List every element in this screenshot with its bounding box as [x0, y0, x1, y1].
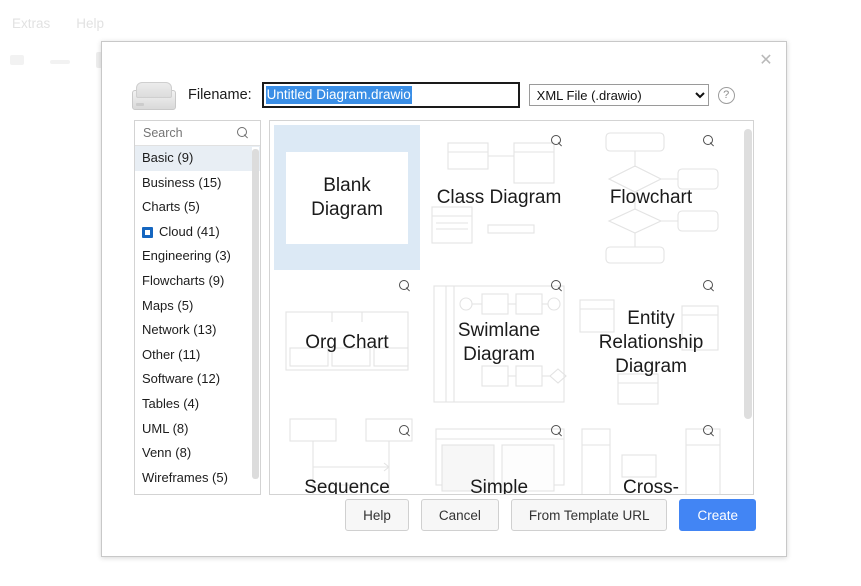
- category-list: Basic (9) Business (15) Charts (5) Cloud (4…: [135, 146, 260, 490]
- search-input[interactable]: [141, 125, 237, 141]
- category-label: Network (13): [142, 322, 217, 338]
- filename-input-wrap: Untitled Diagram.drawio: [261, 82, 520, 108]
- menu-help: Help: [76, 16, 105, 31]
- cloud-badge-icon: [142, 226, 153, 238]
- category-item[interactable]: Flowcharts (9): [135, 269, 260, 294]
- template-tile-label: Org Chart: [305, 331, 389, 353]
- disk-icon: [132, 78, 176, 112]
- category-label: Business (15): [142, 174, 222, 190]
- category-label: Software (12): [142, 371, 221, 387]
- category-item[interactable]: Engineering (3): [135, 244, 260, 269]
- category-item[interactable]: Cloud (41): [135, 220, 260, 245]
- template-tile-label: Swimlane Diagram: [457, 319, 541, 365]
- search-row: [135, 121, 260, 146]
- category-item[interactable]: Business (15): [135, 171, 260, 196]
- category-item[interactable]: Charts (5): [135, 195, 260, 220]
- category-item[interactable]: Venn (8): [135, 441, 260, 466]
- preview-zoom-icon[interactable]: [551, 279, 563, 297]
- dialog-footer: Help Cancel From Template URL Create: [345, 499, 756, 531]
- category-label: Tables (4): [142, 395, 200, 411]
- preview-zoom-icon[interactable]: [703, 279, 715, 297]
- category-label: Cloud (41): [159, 223, 220, 239]
- category-label: Venn (8): [142, 445, 192, 461]
- help-button[interactable]: Help: [345, 499, 409, 531]
- template-tile[interactable]: Sequence: [274, 415, 420, 495]
- category-label: Other (11): [142, 346, 201, 362]
- template-tile-label: Simple: [469, 476, 529, 495]
- category-label: UML (8): [142, 420, 189, 436]
- category-label: Maps (5): [142, 297, 194, 313]
- category-sidebar: Basic (9) Business (15) Charts (5) Cloud (4…: [134, 120, 261, 495]
- sidebar-scrollbar-thumb[interactable]: [252, 149, 259, 479]
- toolbar-icon-2: [50, 60, 70, 64]
- menu-extras: Extras: [12, 16, 51, 31]
- background-menubar: Extras Help: [12, 16, 104, 31]
- close-icon[interactable]: ✕: [756, 51, 776, 71]
- category-item[interactable]: Software (12): [135, 367, 260, 392]
- grid-scrollbar-thumb[interactable]: [744, 129, 752, 419]
- template-tile-label: Sequence: [304, 476, 390, 495]
- template-tile[interactable]: Org Chart: [274, 270, 420, 415]
- category-label: Wireframes (5): [142, 469, 228, 485]
- preview-zoom-icon[interactable]: [703, 424, 715, 442]
- category-label: Engineering (3): [142, 248, 231, 264]
- category-label: Charts (5): [142, 199, 200, 215]
- preview-zoom-icon[interactable]: [399, 279, 411, 297]
- template-picker: Basic (9) Business (15) Charts (5) Cloud (4…: [134, 120, 754, 495]
- create-button[interactable]: Create: [679, 499, 756, 531]
- template-tile[interactable]: Cross-: [578, 415, 724, 495]
- template-tile-label: Cross-: [623, 476, 679, 495]
- preview-zoom-icon[interactable]: [551, 134, 563, 152]
- template-tile[interactable]: Swimlane Diagram: [426, 270, 572, 415]
- filename-row: Filename: Untitled Diagram.drawio XML Fi…: [132, 78, 735, 112]
- template-grid-pane: Blank Diagram Class Diagram Flowchart Org C…: [269, 120, 754, 495]
- template-tile-label: Entity Relationship Diagram: [598, 307, 704, 377]
- filename-input[interactable]: [261, 82, 520, 108]
- from-template-url-button[interactable]: From Template URL: [510, 499, 668, 531]
- new-diagram-dialog: ✕ Filename: Untitled Diagram.drawio XML …: [101, 41, 787, 557]
- filename-label: Filename:: [188, 87, 252, 103]
- category-item[interactable]: Network (13): [135, 318, 260, 343]
- category-item[interactable]: Basic (9): [135, 146, 260, 171]
- template-tile[interactable]: Simple: [426, 415, 572, 495]
- preview-zoom-icon[interactable]: [399, 424, 411, 442]
- cancel-button[interactable]: Cancel: [420, 499, 499, 531]
- template-tile-label: Blank Diagram: [286, 151, 408, 244]
- filetype-select[interactable]: XML File (.drawio)XML File (.xml)HTML Fi…: [528, 84, 709, 106]
- template-tile[interactable]: Entity Relationship Diagram: [578, 270, 724, 415]
- template-tile[interactable]: Flowchart: [578, 125, 724, 270]
- category-item[interactable]: Tables (4): [135, 392, 260, 417]
- category-item[interactable]: Other (11): [135, 343, 260, 368]
- category-item[interactable]: Wireframes (5): [135, 466, 260, 491]
- category-item[interactable]: UML (8): [135, 417, 260, 442]
- template-tile-label: Class Diagram: [436, 186, 562, 208]
- template-tile[interactable]: Blank Diagram: [274, 125, 420, 270]
- template-tile-label: Flowchart: [609, 186, 693, 208]
- search-icon: [237, 127, 249, 139]
- category-item[interactable]: Maps (5): [135, 294, 260, 319]
- category-label: Basic (9): [142, 150, 194, 165]
- help-circle-icon[interactable]: ?: [717, 86, 735, 104]
- category-label: Flowcharts (9): [142, 272, 225, 288]
- template-tile[interactable]: Class Diagram: [426, 125, 572, 270]
- preview-zoom-icon[interactable]: [703, 134, 715, 152]
- toolbar-icon-1: [10, 55, 24, 65]
- preview-zoom-icon[interactable]: [551, 424, 563, 442]
- background-toolbar: [10, 52, 106, 68]
